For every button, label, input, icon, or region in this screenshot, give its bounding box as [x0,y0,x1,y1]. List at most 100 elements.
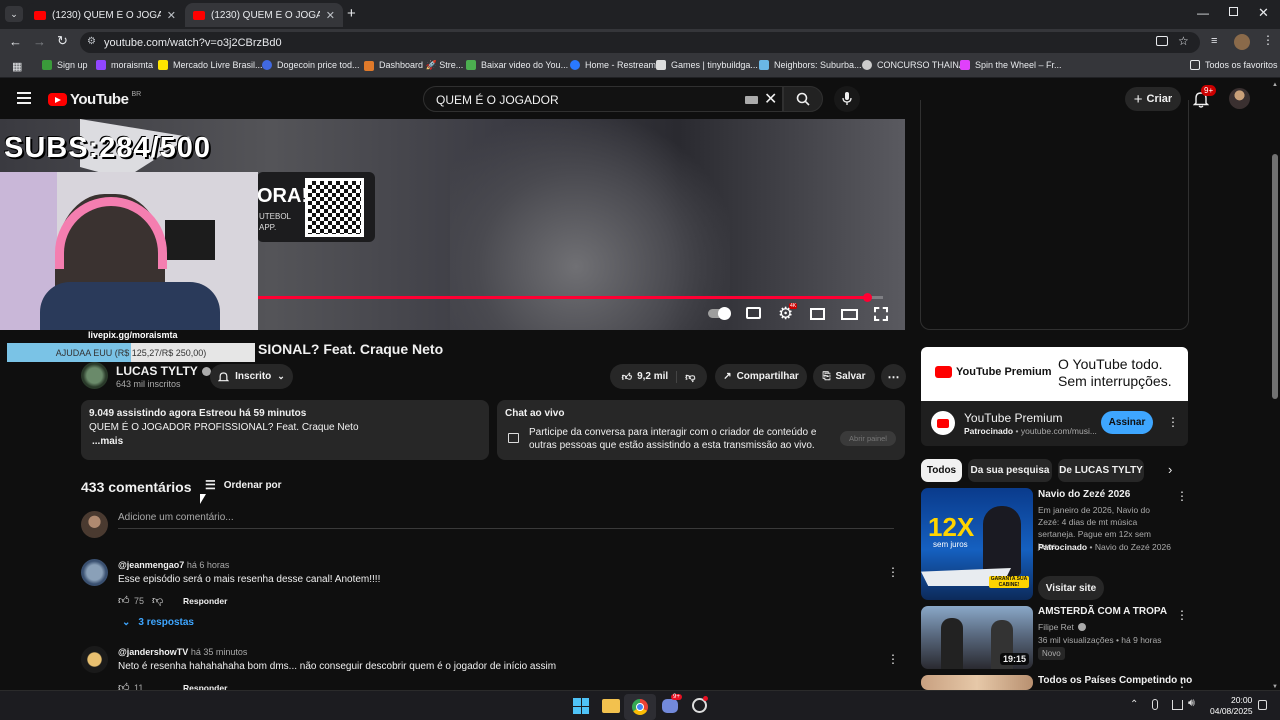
comment-menu-icon[interactable]: ⋮ [887,652,899,666]
description-box[interactable]: 9.049 assistindo agora Estreou há 59 min… [81,400,489,460]
bookmark-item[interactable]: Mercado Livre Brasil... [158,60,263,70]
open-chat-button[interactable]: Abrir painel [840,431,896,446]
close-tab-icon[interactable]: ✕ [167,9,176,22]
page-scrollbar[interactable]: ▲ ▼ [1271,82,1279,690]
fullscreen-icon[interactable] [874,307,888,321]
clock-date[interactable]: 04/08/2025 [1210,706,1253,716]
keyboard-icon[interactable] [745,96,758,104]
close-tab-icon[interactable]: ✕ [326,9,335,22]
ad-menu-icon[interactable]: ⋮ [1167,415,1179,429]
player-progress-track[interactable] [258,296,883,299]
video-title[interactable]: AMSTERDÃ COM A TROPA [1038,606,1167,617]
bookmark-item[interactable]: Sign up [42,60,88,70]
bookmark-item[interactable]: Spin the Wheel – Fr... [960,60,1062,70]
chevron-right-icon[interactable]: › [1168,462,1172,477]
chip-todos[interactable]: Todos [921,459,962,482]
minimize-button[interactable]: — [1197,6,1209,20]
hamburger-menu-icon[interactable] [17,92,31,104]
new-tab-button[interactable]: + [347,5,356,22]
file-explorer-icon[interactable] [602,699,620,713]
clock-time[interactable]: 20:00 [1231,695,1252,705]
sort-comments-button[interactable]: ☰ Ordenar por [205,478,282,492]
reply-button[interactable]: Responder [183,596,227,606]
start-icon[interactable] [573,698,589,714]
chrome-taskbar-icon[interactable] [624,694,656,720]
bookmark-item[interactable]: moraismta [96,60,153,70]
show-replies-button[interactable]: ⌄ 3 respostas [122,617,194,628]
ad-thumbnail[interactable]: 12X sem juros GARANTA SUA CABINE! [921,488,1033,600]
description-more[interactable]: ...mais [92,436,481,447]
visit-site-button[interactable]: Visitar site [1038,576,1104,600]
search-input[interactable]: QUEM É O JOGADOR ✕ [423,86,783,112]
bookmark-item[interactable]: Games | tinybuildga... [656,60,758,70]
restore-button[interactable] [1229,7,1238,16]
ad-title[interactable]: Navio do Zezé 2026 [1038,489,1130,500]
account-avatar[interactable] [1229,88,1250,109]
reload-icon[interactable]: ↻ [57,33,68,49]
comment-author[interactable]: @jandershowTV [118,647,188,657]
browser-tab-2[interactable]: (1230) QUEM É O JOGADOR PR ✕ [185,3,343,27]
bookmark-star-icon[interactable]: ☆ [1178,34,1189,48]
video-menu-icon[interactable]: ⋮ [1176,608,1188,622]
bookmark-item[interactable]: Baixar video do You... [466,60,568,70]
subtitles-icon[interactable] [746,307,761,319]
profile-avatar[interactable] [1234,34,1250,50]
dislike-button[interactable]: 👎︎ [677,371,695,383]
forward-icon[interactable]: → [33,34,46,49]
scrollbar-thumb[interactable] [1272,154,1278,399]
discord-icon[interactable] [662,699,678,713]
save-button[interactable]: ⎘ Salvar [813,364,875,389]
bookmark-item[interactable]: Home - Restream [570,60,656,70]
video-channel[interactable]: Filipe Ret [1038,622,1086,632]
browser-menu-icon[interactable]: ⋮ [1262,33,1274,47]
close-window-button[interactable]: ✕ [1258,5,1269,21]
clear-search-icon[interactable]: ✕ [764,89,777,109]
bookmark-item[interactable]: CONCURSO THAINÁ [862,60,965,70]
cast-icon[interactable] [1156,36,1168,46]
voice-search-button[interactable] [834,86,860,112]
volume-icon[interactable]: 🔊︎ [1188,697,1195,710]
subscribed-button[interactable]: Inscrito ⌄ [210,364,293,389]
chip-da-sua-pesquisa[interactable]: Da sua pesquisa [968,459,1052,482]
like-button[interactable]: 👍︎ 9,2 mil [622,370,678,383]
bookmark-item[interactable]: Dogecoin price tod... [262,60,360,70]
video-title[interactable]: Todos os Países Competindo no [1038,675,1192,686]
more-actions-button[interactable]: ⋯ [881,364,906,389]
browser-tab-1[interactable]: (1230) QUEM É O JOGADOR PR ✕ [26,3,184,27]
comment-menu-icon[interactable]: ⋮ [887,565,899,579]
channel-name[interactable]: LUCAS TYLTY [116,364,211,378]
bookmark-item[interactable]: Dashboard 🚀 Stre... [364,60,463,71]
subscribe-premium-button[interactable]: Assinar [1101,411,1153,434]
theater-mode-icon[interactable] [841,309,858,320]
autoplay-toggle[interactable] [708,307,731,320]
tray-chevron-icon[interactable]: ⌃ [1130,699,1138,710]
mic-tray-icon[interactable] [1152,699,1158,710]
commenter-avatar[interactable] [81,646,108,673]
video-thumbnail[interactable]: 19:15 [921,606,1033,669]
notifications-button[interactable]: 9+ [1192,85,1217,111]
back-icon[interactable]: ← [9,34,22,49]
comment-time[interactable]: há 6 horas [187,560,230,570]
site-info-icon[interactable]: ⚙ [87,36,96,47]
bookmark-item[interactable]: Neighbors: Suburba... [759,60,862,70]
chip-de-lucas-tylty[interactable]: De LUCAS TYLTY [1058,459,1144,482]
video-thumbnail[interactable] [921,675,1033,690]
comment-dislike-button[interactable]: 👎︎ [152,594,163,607]
share-button[interactable]: ↗ Compartilhar [715,364,807,389]
youtube-logo[interactable]: YouTube BR [48,91,141,108]
comment-author[interactable]: @jeanmengao7 [118,560,184,570]
tab-list-button[interactable]: ⌄ [5,6,23,22]
progress-scrubber[interactable] [863,293,873,302]
address-bar[interactable]: ⚙ youtube.com/watch?v=o3j2CBrzBd0 ☆ [80,32,1200,53]
premium-banner[interactable]: YouTube Premium O YouTube todo. Sem inte… [921,347,1188,401]
comment-like-button[interactable]: 👍︎ [118,594,130,607]
all-bookmarks-folder[interactable]: Todos os favoritos [1190,60,1278,70]
ad-menu-icon[interactable]: ⋮ [1176,489,1188,503]
apps-icon[interactable]: ▦ [12,60,22,73]
channel-avatar[interactable] [81,362,108,389]
network-icon[interactable] [1172,700,1183,710]
video-player[interactable]: ORA! UTEBOL APP. SUBS:284/500 ⚙ 4K [0,119,905,330]
search-button[interactable] [783,86,823,112]
add-comment-input[interactable]: Adicione um comentário... [118,512,894,529]
scroll-up-arrow[interactable]: ▲ [1272,82,1278,88]
